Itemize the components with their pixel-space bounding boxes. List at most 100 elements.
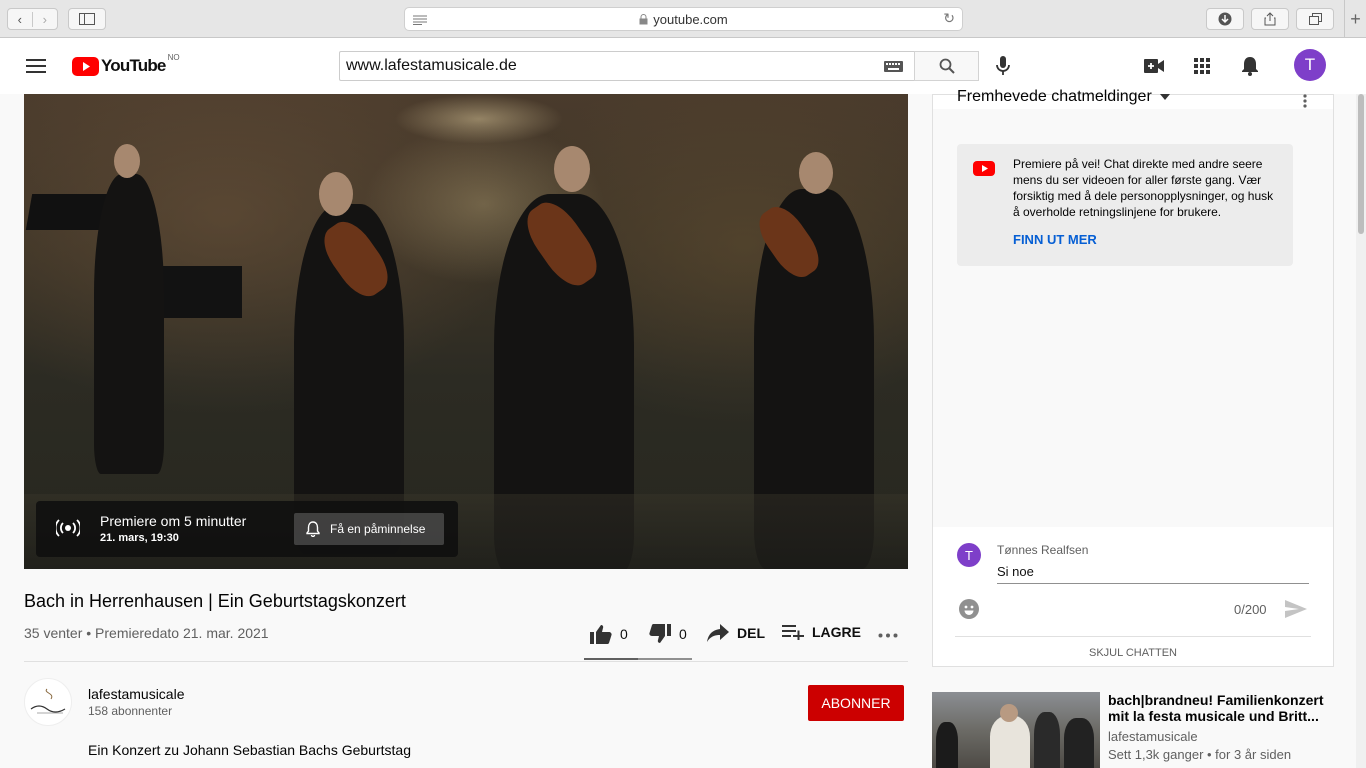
plus-icon: + [1350, 8, 1361, 29]
playlist-add-icon [782, 625, 804, 640]
live-chat-panel: Fremhevede chatmeldinger Premiere på vei… [932, 88, 1334, 667]
reminder-label: Få en påminnelse [330, 522, 426, 536]
video-title: Bach in Herrenhausen | Ein Geburtstagsko… [24, 591, 406, 611]
chat-mode-selector[interactable]: Fremhevede chatmeldinger [957, 88, 1170, 106]
thumbnail-head [1000, 704, 1018, 722]
region-code: NO [167, 53, 180, 62]
share-icon [1264, 12, 1276, 26]
chat-input[interactable]: Si noe [997, 564, 1309, 584]
dropdown-arrow-icon [1159, 94, 1170, 100]
chandelier [394, 94, 564, 144]
like-button[interactable]: 0 [590, 624, 628, 644]
avatar-letter: T [1304, 55, 1316, 74]
musician-head [319, 172, 353, 216]
premiere-date: 21. mars, 19:30 [100, 532, 179, 544]
chat-user-name: Tønnes Realfsen [997, 543, 1089, 557]
reload-icon[interactable]: ↻ [943, 10, 955, 27]
tabs-button[interactable] [1296, 8, 1334, 30]
premiere-overlay: Premiere om 5 minutter 21. mars, 19:30 F… [36, 501, 458, 557]
logo-text: YouTube [101, 56, 166, 75]
divider [24, 661, 908, 662]
dislike-count: 0 [679, 626, 687, 642]
address-bar[interactable]: youtube.com ↻ [404, 7, 963, 31]
share-video-button[interactable]: DEL [707, 624, 765, 642]
thumbnail-figure [936, 722, 958, 768]
address-text: youtube.com [653, 11, 728, 27]
back-icon[interactable]: ‹ [8, 11, 33, 27]
dislike-button[interactable]: 0 [649, 624, 687, 644]
sidebar-toggle-button[interactable] [68, 8, 106, 30]
musician-head [114, 144, 140, 178]
video-description: Ein Konzert zu Johann Sebastian Bachs Ge… [88, 742, 411, 758]
downloads-button[interactable] [1206, 8, 1244, 30]
reminder-button[interactable]: Få en påminnelse [294, 513, 444, 545]
save-button[interactable]: LAGRE [782, 624, 861, 640]
download-icon [1218, 12, 1232, 26]
youtube-play-icon [72, 56, 99, 76]
microphone-icon[interactable] [995, 56, 1011, 76]
notice-text: Premiere på vei! Chat direkte med andre … [1013, 157, 1274, 219]
youtube-icon [973, 161, 995, 176]
apps-grid-icon[interactable] [1194, 58, 1210, 74]
recommendation-channel[interactable]: lafestamusicale [1108, 729, 1198, 744]
search-icon [939, 58, 955, 74]
premiere-title: Premiere om 5 minutter [100, 513, 247, 529]
music-stand [154, 266, 242, 318]
tabs-icon [1308, 13, 1322, 25]
bell-icon [306, 521, 320, 537]
hide-chat-label: SKJUL CHATTEN [1088, 647, 1177, 659]
share-button[interactable] [1251, 8, 1289, 30]
chat-user-initial: T [965, 547, 973, 563]
hide-chat-button[interactable]: SKJUL CHATTEN [933, 640, 1333, 666]
like-count: 0 [620, 626, 628, 642]
chat-mode-label: Fremhevede chatmeldinger [957, 88, 1152, 105]
more-actions-icon[interactable] [878, 633, 898, 638]
char-counter: 0/200 [1234, 602, 1267, 617]
chat-divider [955, 636, 1311, 637]
scrollbar-thumb[interactable] [1358, 94, 1364, 234]
channel-name[interactable]: lafestamusicale [88, 686, 185, 702]
chat-input-placeholder: Si noe [997, 564, 1034, 579]
forward-icon[interactable]: › [33, 12, 57, 27]
menu-icon[interactable] [26, 59, 46, 73]
search-input[interactable]: www.lafestamusicale.de [339, 51, 915, 81]
recommendation-title[interactable]: bach|brandneu! Familienkonzert mit la fe… [1108, 692, 1328, 724]
search-button[interactable] [914, 51, 979, 81]
video-player[interactable]: Premiere om 5 minutter 21. mars, 19:30 F… [24, 94, 908, 569]
notifications-bell-icon[interactable] [1241, 56, 1259, 76]
recommendation-stats: Sett 1,3k ganger • for 3 år siden [1108, 747, 1292, 762]
emoji-icon[interactable] [959, 599, 979, 619]
send-icon[interactable] [1285, 600, 1307, 618]
share-label: DEL [737, 625, 765, 641]
chat-more-icon[interactable] [1303, 94, 1307, 108]
lock-icon [639, 13, 648, 24]
youtube-logo[interactable]: YouTube NO [72, 53, 180, 76]
keyboard-icon[interactable] [884, 61, 903, 72]
subscriber-count: 158 abonnenter [88, 704, 173, 718]
subscribe-label: ABONNER [821, 695, 891, 711]
new-tab-button[interactable]: + [1344, 0, 1366, 38]
thumbnail-figure [1064, 718, 1094, 768]
chat-user-avatar: T [957, 543, 981, 567]
avatar[interactable]: T [1294, 49, 1326, 81]
musician [94, 174, 164, 474]
premiere-notice: Premiere på vei! Chat direkte med andre … [957, 144, 1293, 266]
sidebar-icon [79, 13, 95, 25]
reader-icon[interactable] [413, 15, 427, 25]
thumbnail-figure [1034, 712, 1060, 768]
subscribe-button[interactable]: ABONNER [808, 685, 904, 721]
video-meta: 35 venter • Premieredato 21. mar. 2021 [24, 625, 269, 641]
create-video-icon[interactable] [1144, 59, 1164, 73]
browser-toolbar: ‹ › youtube.com ↻ + [0, 0, 1366, 38]
chat-messages-area: Premiere på vei! Chat direkte med andre … [933, 109, 1333, 527]
learn-more-link[interactable]: FINN UT MER [1013, 232, 1097, 247]
thumbnail-figure [990, 716, 1030, 768]
musician-head [799, 152, 833, 194]
recommendation-thumbnail[interactable] [932, 692, 1100, 768]
musician-head [554, 146, 590, 192]
page-scrollbar[interactable] [1356, 94, 1366, 768]
channel-avatar[interactable] [24, 678, 72, 726]
channel-logo-image [30, 688, 66, 714]
thumbs-down-icon [649, 624, 671, 643]
like-bar-fill [584, 658, 638, 660]
